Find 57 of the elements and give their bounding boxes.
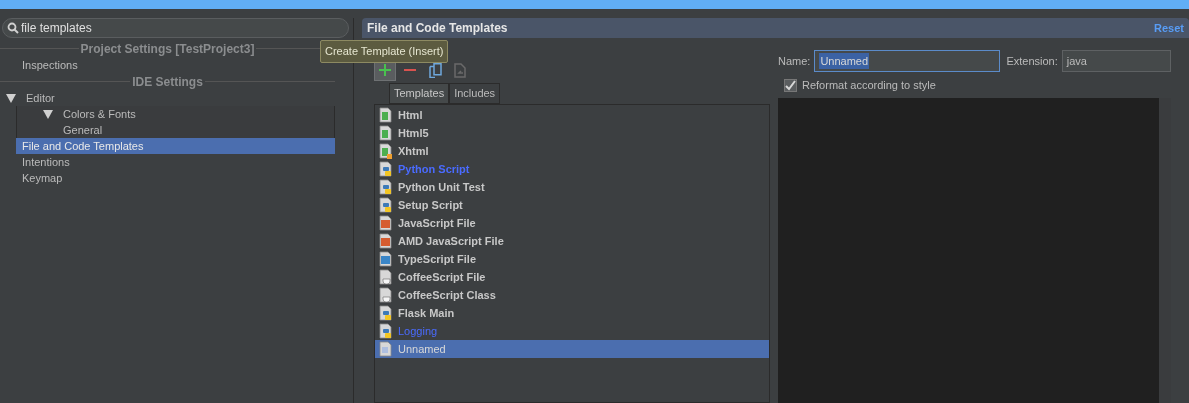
file-icon <box>378 179 393 195</box>
file-icon <box>378 341 393 357</box>
item-label: General <box>63 122 103 138</box>
template-item[interactable]: Html5 <box>375 124 769 142</box>
file-icon <box>378 269 393 285</box>
template-item[interactable]: Html <box>375 106 769 124</box>
item-label: Inspections <box>22 57 78 73</box>
tab[interactable]: Templates <box>389 83 450 104</box>
template-item[interactable]: TypeScript File <box>375 250 769 268</box>
tab[interactable]: Includes <box>449 83 501 104</box>
item-label: Editor <box>26 90 55 106</box>
item-label: Colors & Fonts <box>63 106 136 122</box>
tree-item[interactable]: General <box>16 122 335 138</box>
template-item[interactable]: Unnamed <box>375 340 769 358</box>
tree-item[interactable]: File and Code Templates <box>16 138 335 154</box>
panel-title: File and Code Templates <box>367 20 508 37</box>
file-icon <box>378 305 393 321</box>
section-header: IDE Settings <box>131 73 204 91</box>
template-item[interactable]: CoffeeScript Class <box>375 286 769 304</box>
template-item[interactable]: AMD JavaScript File <box>375 232 769 250</box>
template-item[interactable]: Setup Script <box>375 196 769 214</box>
file-icon <box>378 125 393 141</box>
file-icon <box>378 233 393 249</box>
file-icon <box>378 215 393 231</box>
item-label: Keymap <box>22 170 63 186</box>
tree-item[interactable]: Colors & Fonts <box>16 106 335 122</box>
plus-icon <box>379 64 391 76</box>
checkmark-icon <box>785 79 796 91</box>
checkbox-label: Reformat according to style <box>802 77 936 93</box>
extension-label: Extension: <box>1006 53 1058 69</box>
copy-icon <box>428 62 442 78</box>
template-item[interactable]: CoffeeScript File <box>375 268 769 286</box>
minus-icon <box>404 69 416 71</box>
file-icon <box>378 197 393 213</box>
file-icon <box>378 251 393 267</box>
file-icon <box>378 287 393 303</box>
extension-field[interactable]: java <box>1061 50 1171 72</box>
item-label: File and Code Templates <box>22 138 144 154</box>
tree-item[interactable]: Intentions <box>0 154 351 170</box>
file-icon <box>378 161 393 177</box>
checkbox[interactable] <box>784 78 797 92</box>
revert-icon <box>454 62 466 78</box>
section-header: Project Settings [TestProject3] <box>79 40 256 58</box>
name-field[interactable]: Unnamed <box>814 50 1001 72</box>
file-icon <box>378 107 393 123</box>
file-icon <box>378 323 393 339</box>
tooltip: Create Template (Insert) <box>320 40 449 63</box>
search-icon <box>7 22 19 34</box>
template-item[interactable]: Flask Main <box>375 304 769 322</box>
tree-item[interactable]: Keymap <box>0 170 351 186</box>
search-field[interactable]: file templates <box>2 18 349 38</box>
file-icon <box>378 143 393 159</box>
name-label: Name: <box>778 53 811 69</box>
template-item[interactable]: Python Unit Test <box>375 178 769 196</box>
template-item[interactable]: Xhtml <box>375 142 769 160</box>
item-label: Intentions <box>22 154 70 170</box>
template-item[interactable]: JavaScript File <box>375 214 769 232</box>
